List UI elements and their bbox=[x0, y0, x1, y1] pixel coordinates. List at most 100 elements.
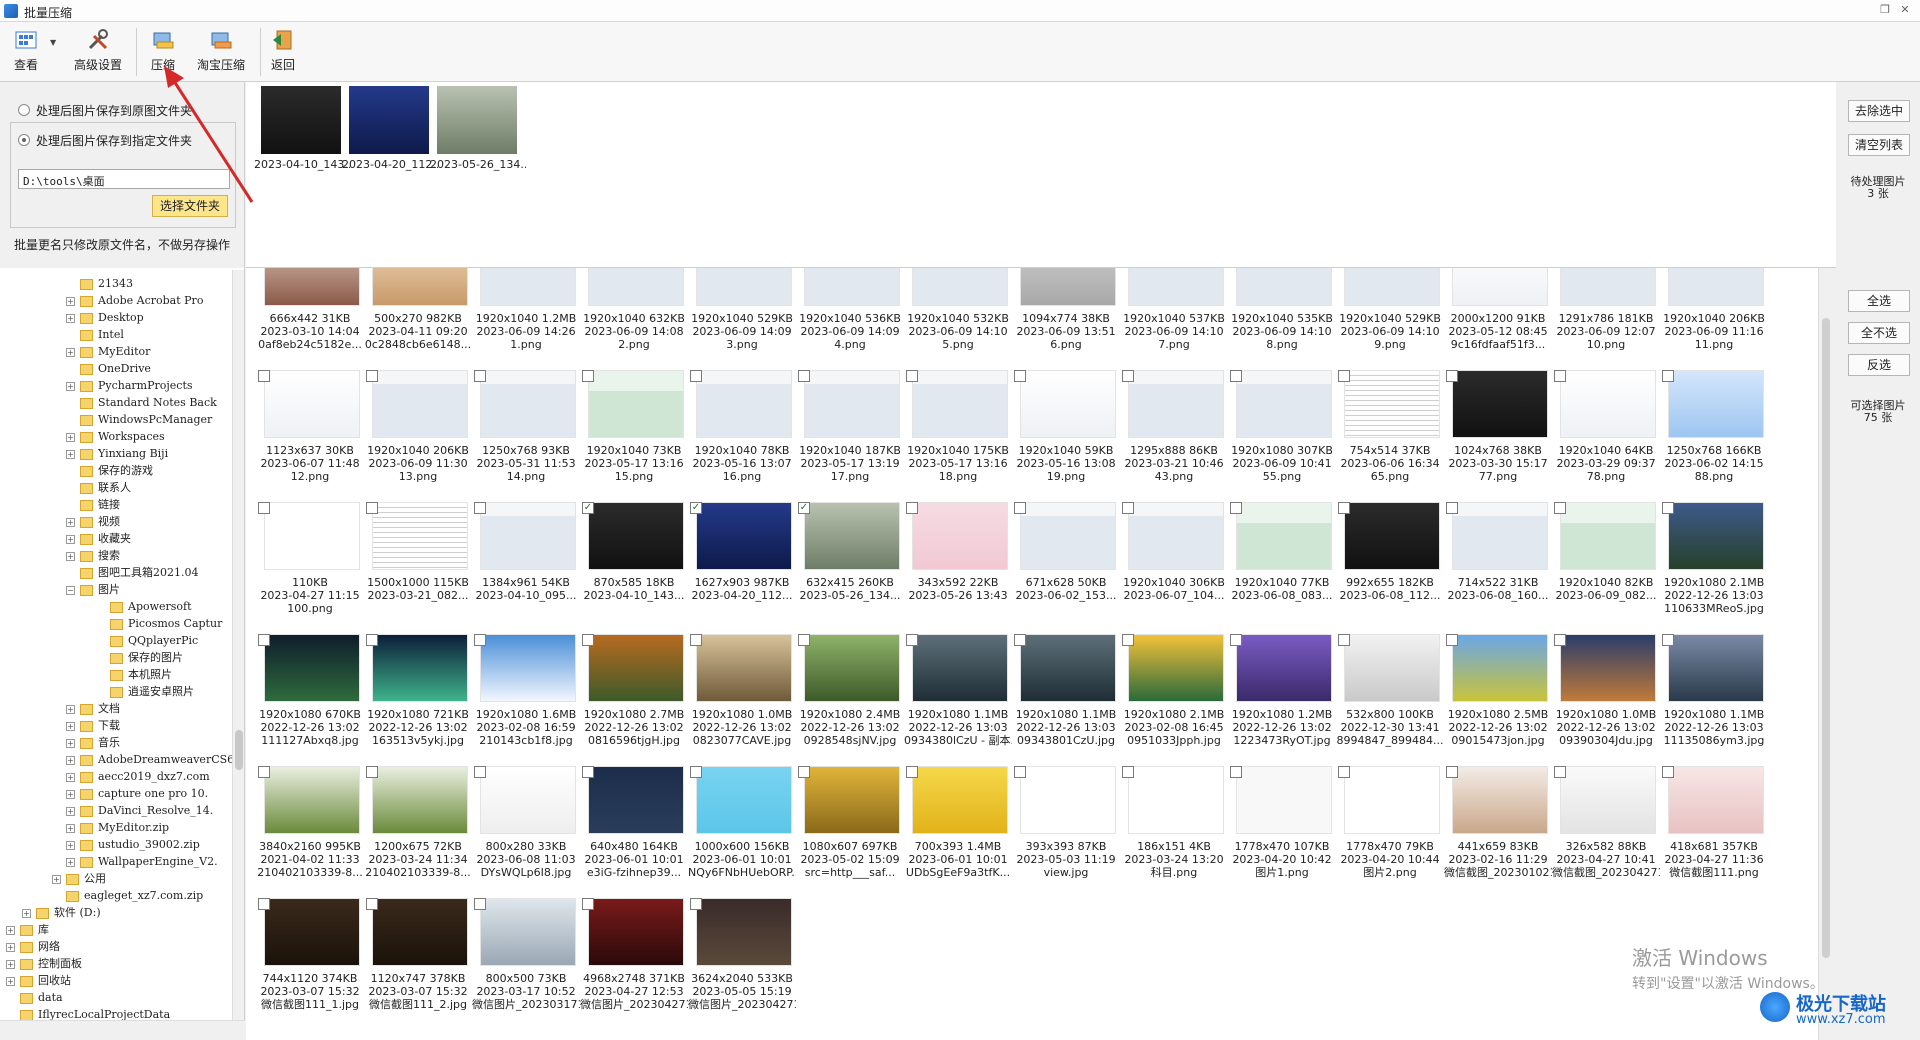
image-cell[interactable]: 1920x1040 529KB 2023-06-09 14:09 3.png bbox=[688, 268, 793, 368]
image-thumbnail[interactable] bbox=[264, 898, 360, 966]
image-cell[interactable]: 1094x774 38KB 2023-06-09 13:51 6.png bbox=[1012, 268, 1116, 368]
image-thumbnail[interactable] bbox=[1128, 268, 1224, 306]
image-thumbnail[interactable] bbox=[1344, 502, 1440, 570]
image-thumbnail[interactable] bbox=[804, 766, 900, 834]
image-cell[interactable]: 744x1120 374KB 2023-03-07 15:32 微信截图111_1.… bbox=[256, 898, 360, 1028]
output-path-field[interactable]: D:\tools\桌面 bbox=[18, 169, 230, 189]
image-checkbox[interactable] bbox=[1230, 370, 1242, 382]
tree-item[interactable]: + MyEditor.zip bbox=[66, 820, 169, 836]
image-thumbnail[interactable] bbox=[588, 502, 684, 570]
queue-thumbnail[interactable] bbox=[261, 86, 341, 154]
tree-item[interactable]: + WallpaperEngine_V2. bbox=[66, 854, 218, 870]
expand-icon[interactable]: + bbox=[66, 449, 75, 459]
image-checkbox[interactable] bbox=[366, 502, 378, 514]
image-checkbox[interactable] bbox=[906, 634, 918, 646]
tree-item[interactable]: WindowsPcManager bbox=[66, 412, 212, 428]
image-checkbox[interactable] bbox=[1338, 766, 1350, 778]
image-cell[interactable]: 1000x600 156KB 2023-06-01 10:01 NQy6FNbHUe… bbox=[688, 766, 796, 896]
save-original-radio[interactable] bbox=[18, 104, 30, 116]
image-checkbox[interactable] bbox=[1338, 370, 1350, 382]
image-cell[interactable]: 1920x1080 670KB 2022-12-26 13:02 111127Abx… bbox=[256, 634, 361, 764]
image-cell[interactable]: 441x659 83KB 2023-02-16 11:29 微信截图_2023010… bbox=[1444, 766, 1552, 896]
image-cell[interactable]: 1920x1040 537KB 2023-06-09 14:10 7.png bbox=[1120, 268, 1225, 368]
tree-item[interactable]: + Desktop bbox=[66, 310, 144, 326]
image-thumbnail[interactable] bbox=[264, 766, 360, 834]
image-checkbox[interactable] bbox=[1554, 370, 1566, 382]
image-checkbox[interactable] bbox=[1554, 502, 1566, 514]
image-thumbnail[interactable] bbox=[1344, 766, 1440, 834]
expand-icon[interactable]: + bbox=[66, 840, 75, 850]
image-checkbox[interactable]: ✓ bbox=[798, 502, 810, 514]
tree-item[interactable]: + 公用 bbox=[52, 871, 106, 887]
image-cell[interactable]: 326x582 88KB 2023-04-27 10:41 微信截图_2023042… bbox=[1552, 766, 1660, 896]
image-cell[interactable]: 800x500 73KB 2023-03-17 10:52 微信图片_2023031… bbox=[472, 898, 580, 1028]
image-checkbox[interactable] bbox=[582, 766, 594, 778]
image-thumbnail[interactable] bbox=[1668, 370, 1764, 438]
expand-icon[interactable]: + bbox=[66, 381, 75, 391]
tree-item[interactable]: Apowersoft bbox=[96, 599, 192, 615]
expand-icon[interactable]: + bbox=[52, 874, 61, 884]
image-thumbnail[interactable] bbox=[588, 898, 684, 966]
image-cell[interactable]: 1920x1040 187KB 2023-05-17 13:19 17.png bbox=[796, 370, 901, 500]
image-thumbnail[interactable] bbox=[696, 898, 792, 966]
image-cell[interactable]: 1920x1040 535KB 2023-06-09 14:10 8.png bbox=[1228, 268, 1333, 368]
image-thumbnail[interactable] bbox=[1452, 502, 1548, 570]
image-checkbox[interactable] bbox=[474, 898, 486, 910]
image-checkbox[interactable] bbox=[1446, 370, 1458, 382]
image-thumbnail[interactable] bbox=[696, 502, 792, 570]
image-checkbox[interactable] bbox=[1122, 766, 1134, 778]
image-thumbnail[interactable] bbox=[372, 898, 468, 966]
image-checkbox[interactable] bbox=[1662, 502, 1674, 514]
image-cell[interactable]: 1920x1040 529KB 2023-06-09 14:10 9.png bbox=[1336, 268, 1441, 368]
image-cell[interactable]: 714x522 31KB 2023-06-08_160... bbox=[1444, 502, 1548, 632]
expand-icon[interactable]: + bbox=[66, 806, 75, 816]
expand-icon[interactable]: + bbox=[66, 721, 75, 731]
remove-selected-button[interactable]: 去除选中 bbox=[1848, 100, 1910, 122]
image-thumbnail[interactable] bbox=[480, 268, 576, 306]
image-thumbnail[interactable] bbox=[1020, 766, 1116, 834]
image-thumbnail[interactable] bbox=[480, 502, 576, 570]
compress-button[interactable]: 压缩 bbox=[146, 28, 180, 78]
image-cell[interactable]: 671x628 50KB 2023-06-02_153... bbox=[1012, 502, 1116, 632]
image-thumbnail[interactable] bbox=[1560, 268, 1656, 306]
image-cell[interactable]: 700x393 1.4MB 2023-06-01 10:01 UDbSgEeF9a3… bbox=[904, 766, 1010, 896]
image-thumbnail[interactable] bbox=[264, 634, 360, 702]
image-cell[interactable]: 1920x1040 175KB 2023-05-17 13:16 18.png bbox=[904, 370, 1009, 500]
image-cell[interactable]: ✓ 632x415 260KB 2023-05-26_134... bbox=[796, 502, 900, 632]
image-thumbnail[interactable] bbox=[1452, 370, 1548, 438]
image-thumbnail[interactable] bbox=[696, 766, 792, 834]
image-thumbnail[interactable] bbox=[264, 370, 360, 438]
image-cell[interactable]: 1920x1080 1.1MB 2022-12-26 13:03 0934380lC… bbox=[904, 634, 1012, 764]
image-cell[interactable]: 1384x961 54KB 2023-04-10_095... bbox=[472, 502, 576, 632]
choose-folder-button[interactable]: 选择文件夹 bbox=[152, 195, 228, 217]
image-checkbox[interactable] bbox=[906, 370, 918, 382]
image-checkbox[interactable] bbox=[1122, 370, 1134, 382]
image-checkbox[interactable] bbox=[1662, 370, 1674, 382]
image-cell[interactable]: 1920x1040 532KB 2023-06-09 14:10 5.png bbox=[904, 268, 1009, 368]
image-checkbox[interactable] bbox=[690, 370, 702, 382]
image-thumbnail[interactable] bbox=[1236, 634, 1332, 702]
expand-icon[interactable]: + bbox=[6, 942, 15, 952]
image-cell[interactable]: 110KB 2023-04-27 11:15 100.png bbox=[256, 502, 360, 632]
image-thumbnail[interactable] bbox=[1020, 370, 1116, 438]
image-cell[interactable]: ✓ 1627x903 987KB 2023-04-20_112... bbox=[688, 502, 792, 632]
expand-icon[interactable]: + bbox=[66, 755, 75, 765]
expand-icon[interactable]: + bbox=[66, 313, 75, 323]
image-thumbnail[interactable] bbox=[1236, 268, 1332, 306]
image-thumbnail[interactable] bbox=[912, 634, 1008, 702]
image-thumbnail[interactable] bbox=[804, 502, 900, 570]
image-cell[interactable]: 1778x470 79KB 2023-04-20 10:44 图片2.png bbox=[1336, 766, 1440, 896]
expand-icon[interactable]: + bbox=[66, 347, 75, 357]
image-checkbox[interactable] bbox=[258, 502, 270, 514]
image-thumbnail[interactable] bbox=[912, 268, 1008, 306]
image-checkbox[interactable] bbox=[798, 370, 810, 382]
image-cell[interactable]: 4968x2748 371KB 2023-04-27 12:53 微信图片_2023… bbox=[580, 898, 688, 1028]
image-thumbnail[interactable] bbox=[804, 268, 900, 306]
image-cell[interactable]: 3624x2040 533KB 2023-05-05 15:19 微信图片_2023… bbox=[688, 898, 796, 1028]
image-checkbox[interactable] bbox=[1230, 634, 1242, 646]
tree-item[interactable]: OneDrive bbox=[66, 361, 151, 377]
image-checkbox[interactable] bbox=[474, 502, 486, 514]
tree-item[interactable]: + capture one pro 10. bbox=[66, 786, 208, 802]
image-thumbnail[interactable] bbox=[1452, 634, 1548, 702]
image-checkbox[interactable] bbox=[906, 502, 918, 514]
